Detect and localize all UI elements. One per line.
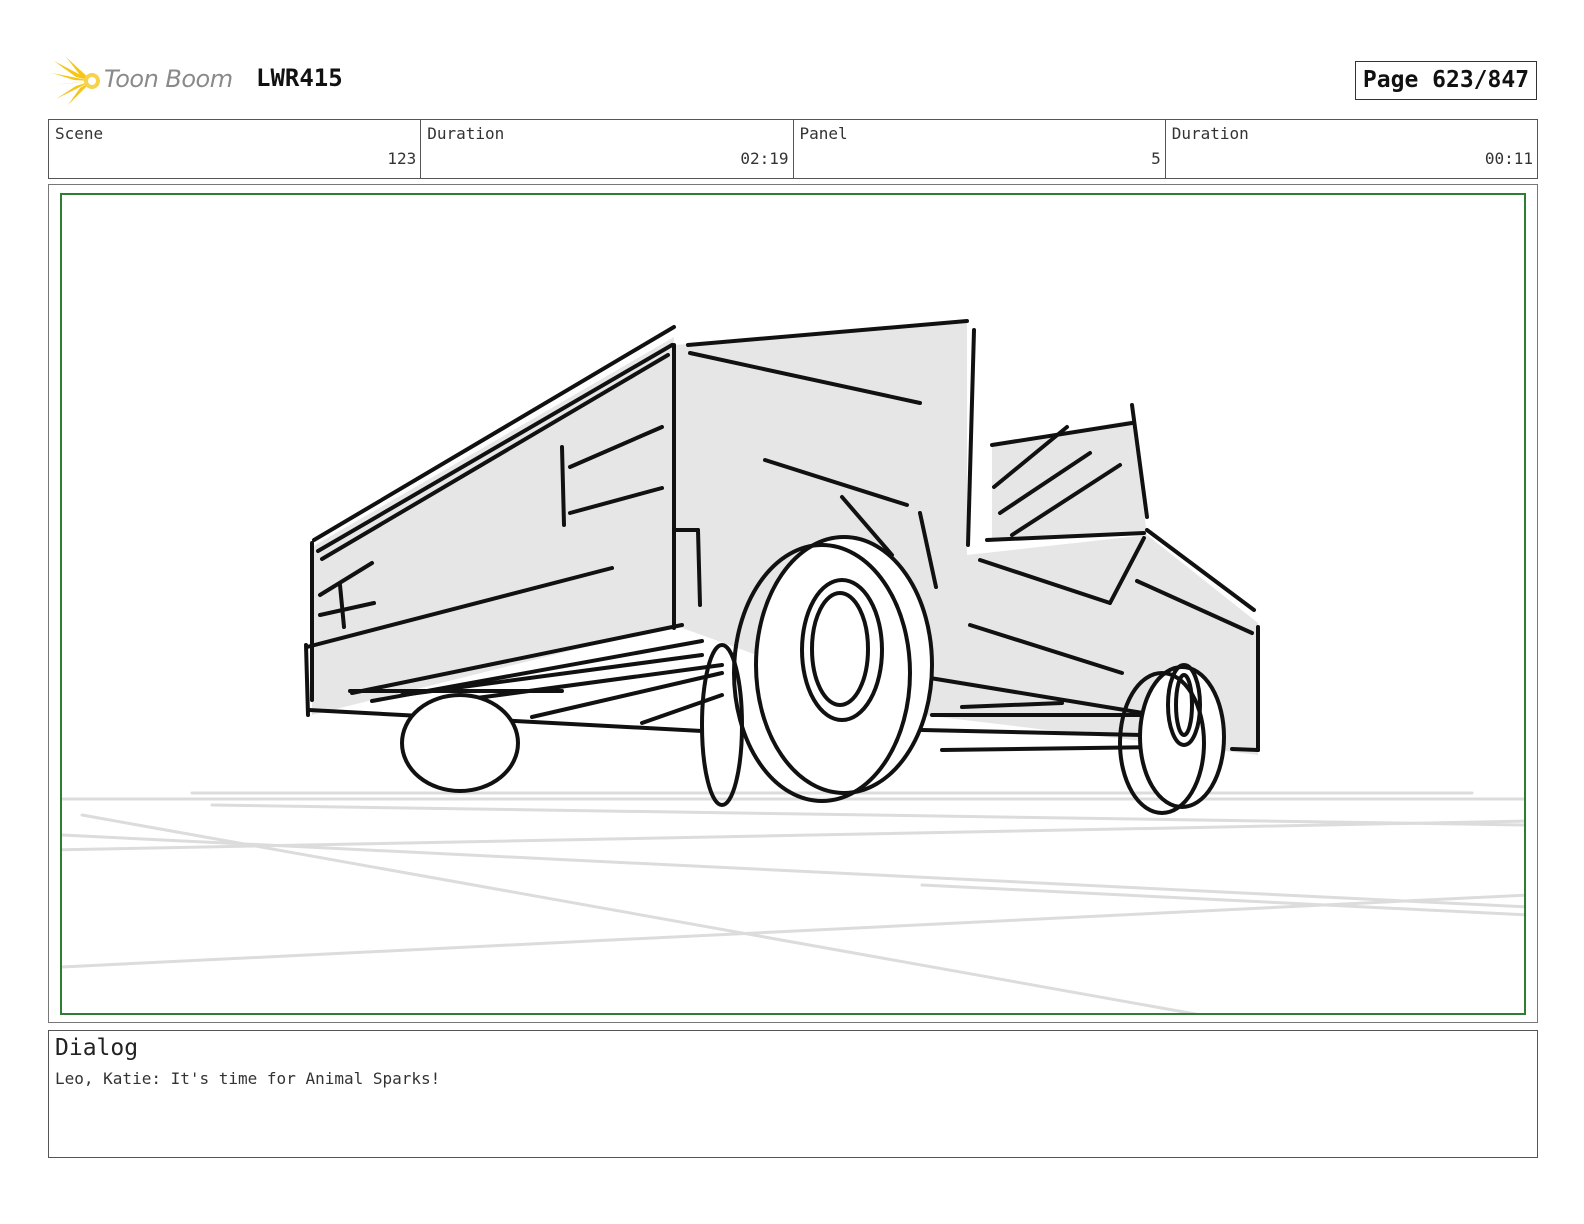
dialog-text: Leo, Katie: It's time for Animal Sparks! (55, 1069, 441, 1088)
scene-value: 123 (387, 149, 417, 168)
storyboard-panel (60, 193, 1526, 1015)
scene-duration-label: Duration (427, 124, 505, 143)
panel-duration-label: Duration (1171, 124, 1249, 143)
panel-value: 5 (1151, 149, 1161, 168)
scene-info-table: Scene 123 Duration 02:19 Panel 5 Duratio… (48, 119, 1538, 179)
panel-label: Panel (799, 124, 848, 143)
scene-label: Scene (55, 124, 104, 143)
sunburst-logo-icon (52, 57, 100, 105)
panel-duration-value: 00:11 (1484, 149, 1533, 168)
dialog-box: Dialog Leo, Katie: It's time for Animal … (48, 1030, 1538, 1158)
logo-text: Toon Boom (104, 65, 233, 93)
truck-sketch (62, 319, 1524, 1013)
scene-duration-cell: Duration 02:19 (421, 120, 794, 178)
scene-cell: Scene 123 (49, 120, 422, 178)
project-code: LWR415 (256, 64, 343, 92)
dialog-title: Dialog (55, 1035, 139, 1061)
scene-duration-value: 02:19 (740, 149, 789, 168)
panel-cell: Panel 5 (794, 120, 1166, 178)
page-counter: Page 623/847 (1355, 61, 1537, 100)
toon-boom-logo: Toon Boom (52, 55, 242, 107)
storyboard-panel-frame (48, 184, 1538, 1023)
panel-duration-cell: Duration 00:11 (1166, 120, 1537, 178)
